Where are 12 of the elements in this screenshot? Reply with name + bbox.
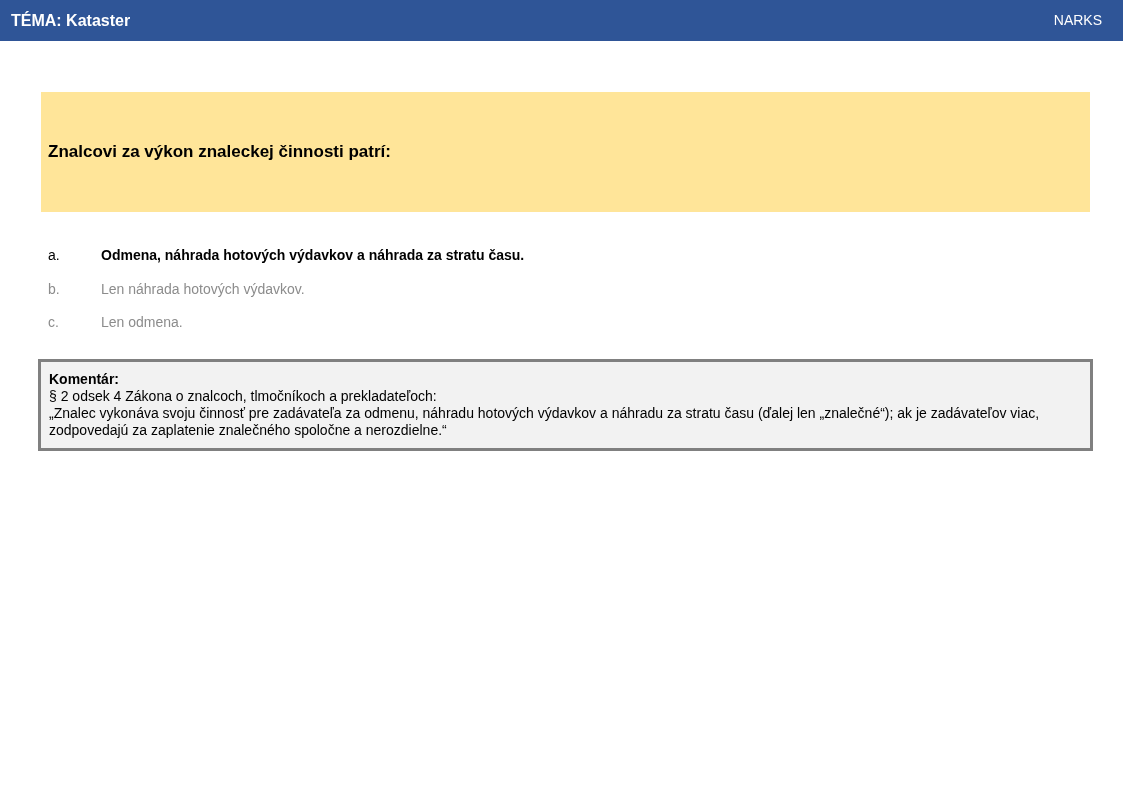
answer-letter: c. xyxy=(48,313,60,333)
question-text: Znalcovi za výkon znaleckej činnosti patrí: xyxy=(48,141,391,164)
brand-label: NARKS xyxy=(1053,11,1103,30)
topic-title: TÉMA: Kataster xyxy=(11,10,131,31)
answer-letter: b. xyxy=(48,279,61,299)
comment-text: § 2 odsek 4 Zákona o znalcoch, tlmočníkoch a prekladateľoch: xyxy=(49,387,438,405)
answer-letter: a. xyxy=(48,246,61,266)
comment-text: „Znalec vykonáva svoju činnosť pre zadávateľa za odmenu, náhradu hotových výdavkov a náhradu za stratu času (ďalej len „znalečné“); ak je zadávateľov viac, zodpovedajú za zaplatenie znalečného spoločne a nerozdielne.“ xyxy=(49,404,1041,439)
answer-text: Len odmena. xyxy=(101,313,183,333)
comment-heading: Komentár: xyxy=(49,370,120,388)
answer-text: Odmena, náhrada hotových výdavkov a náhrada za stratu času. xyxy=(101,246,525,266)
answer-text: Len náhrada hotových výdavkov. xyxy=(101,279,305,299)
